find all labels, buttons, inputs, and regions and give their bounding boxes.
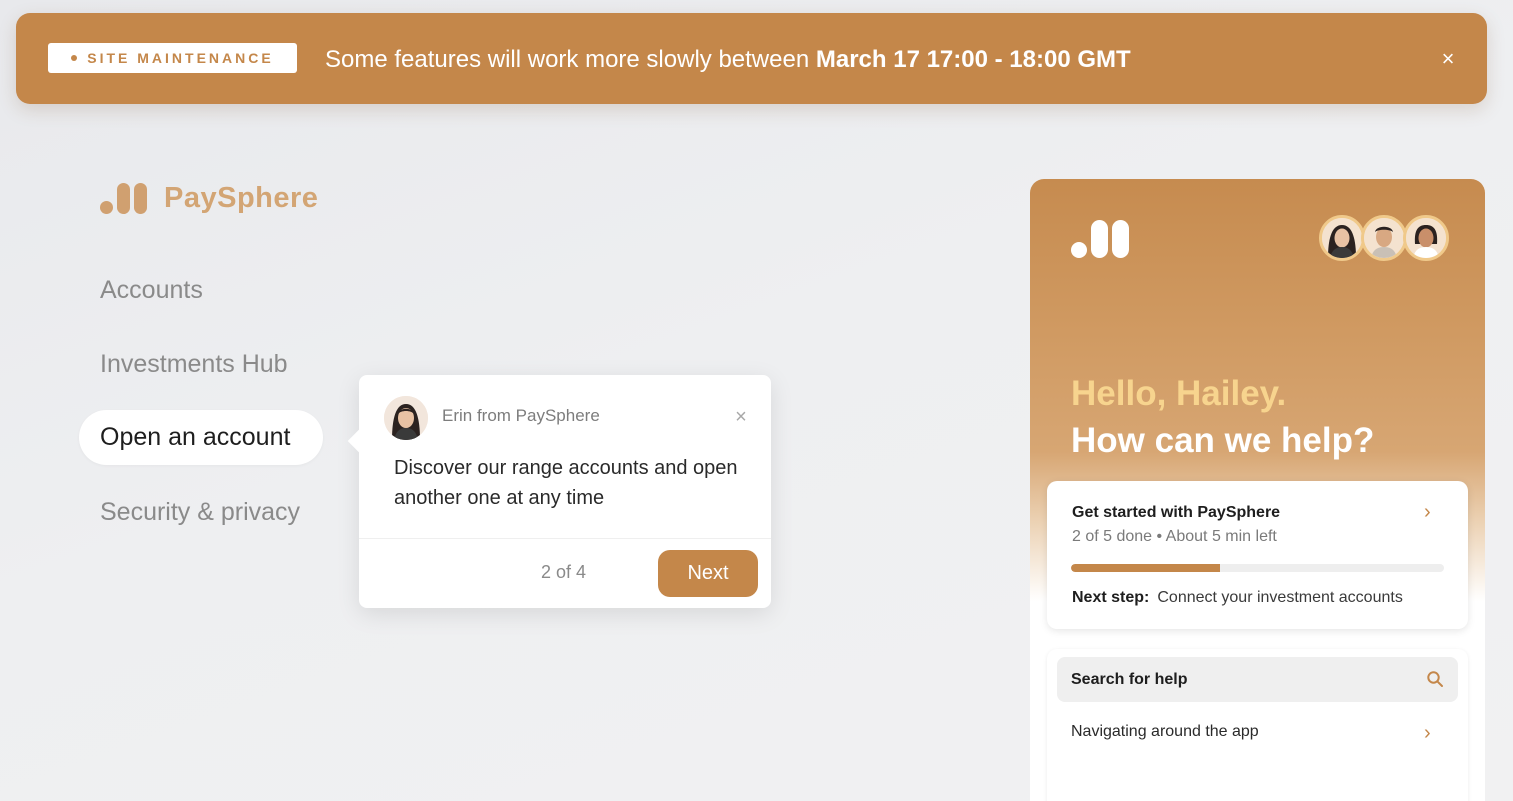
- banner-close-button[interactable]: ×: [1434, 45, 1462, 73]
- nav-item-accounts[interactable]: Accounts: [100, 276, 203, 305]
- paysphere-logo-icon: [1071, 220, 1136, 258]
- onboarding-title: Get started with PaySphere: [1072, 504, 1281, 521]
- onboarding-progress-fill: [1071, 564, 1221, 572]
- brand-name: PaySphere: [164, 181, 319, 214]
- next-step-value: Connect your investment accounts: [1157, 589, 1403, 606]
- popover-divider: [359, 538, 771, 539]
- greeting: Hello, Hailey. How can we help?: [1071, 370, 1374, 464]
- onboarding-progress-text: 2 of 5 done • About 5 min left: [1072, 528, 1277, 545]
- banner-maintenance-window: March 17 17:00 - 18:00 GMT: [815, 46, 1131, 73]
- popover-arrow: [347, 429, 371, 453]
- help-link-navigating[interactable]: Navigating around the app: [1071, 723, 1259, 741]
- badge-dot-icon: [71, 55, 78, 61]
- maintenance-badge: SITE MAINTENANCE: [48, 43, 297, 73]
- support-panel: Hello, Hailey. How can we help? Get star…: [1030, 179, 1485, 801]
- chevron-right-icon[interactable]: ›: [1424, 501, 1431, 524]
- maintenance-banner: SITE MAINTENANCE Some features will work…: [16, 13, 1487, 104]
- search-help-input[interactable]: Search for help: [1057, 657, 1458, 702]
- badge-label: SITE MAINTENANCE: [87, 50, 274, 66]
- support-agent-avatar: [1403, 215, 1449, 261]
- greeting-hello: Hello, Hailey.: [1071, 374, 1287, 413]
- banner-message-text: Some features will work more slowly betw…: [325, 46, 816, 73]
- tour-sender: Erin from PaySphere: [442, 406, 600, 425]
- tour-step-counter: 2 of 4: [541, 562, 587, 582]
- help-card: Search for help Navigating around the ap…: [1047, 649, 1468, 801]
- onboarding-progress-bar: [1071, 564, 1444, 572]
- onboarding-card[interactable]: Get started with PaySphere › 2 of 5 done…: [1047, 481, 1468, 629]
- support-agent-avatar: [1319, 215, 1365, 261]
- nav-item-investments-hub[interactable]: Investments Hub: [100, 350, 288, 379]
- next-step-label: Next step:: [1072, 589, 1150, 606]
- next-step: Next step: Connect your investment accoun…: [1072, 589, 1403, 607]
- search-help-label: Search for help: [1071, 670, 1188, 688]
- brand[interactable]: PaySphere: [100, 181, 318, 215]
- erin-avatar: [384, 396, 428, 440]
- support-team-avatars: [1319, 215, 1449, 261]
- search-icon[interactable]: [1426, 670, 1444, 688]
- banner-message: Some features will work more slowly betw…: [325, 43, 1131, 77]
- greeting-question: How can we help?: [1071, 421, 1375, 460]
- nav-item-security-privacy[interactable]: Security & privacy: [100, 498, 300, 527]
- product-tour-popover: Erin from PaySphere × Discover our range…: [347, 375, 771, 608]
- nav-item-label: Open an account: [100, 423, 291, 451]
- support-agent-avatar: [1361, 215, 1407, 261]
- chevron-right-icon[interactable]: ›: [1424, 722, 1431, 745]
- tour-close-button[interactable]: ×: [731, 407, 751, 427]
- tour-message: Discover our range accounts and open ano…: [394, 457, 738, 509]
- nav-item-open-an-account[interactable]: Open an account: [79, 410, 323, 465]
- paysphere-logo-icon: [100, 181, 150, 215]
- tour-next-button[interactable]: Next: [658, 550, 758, 597]
